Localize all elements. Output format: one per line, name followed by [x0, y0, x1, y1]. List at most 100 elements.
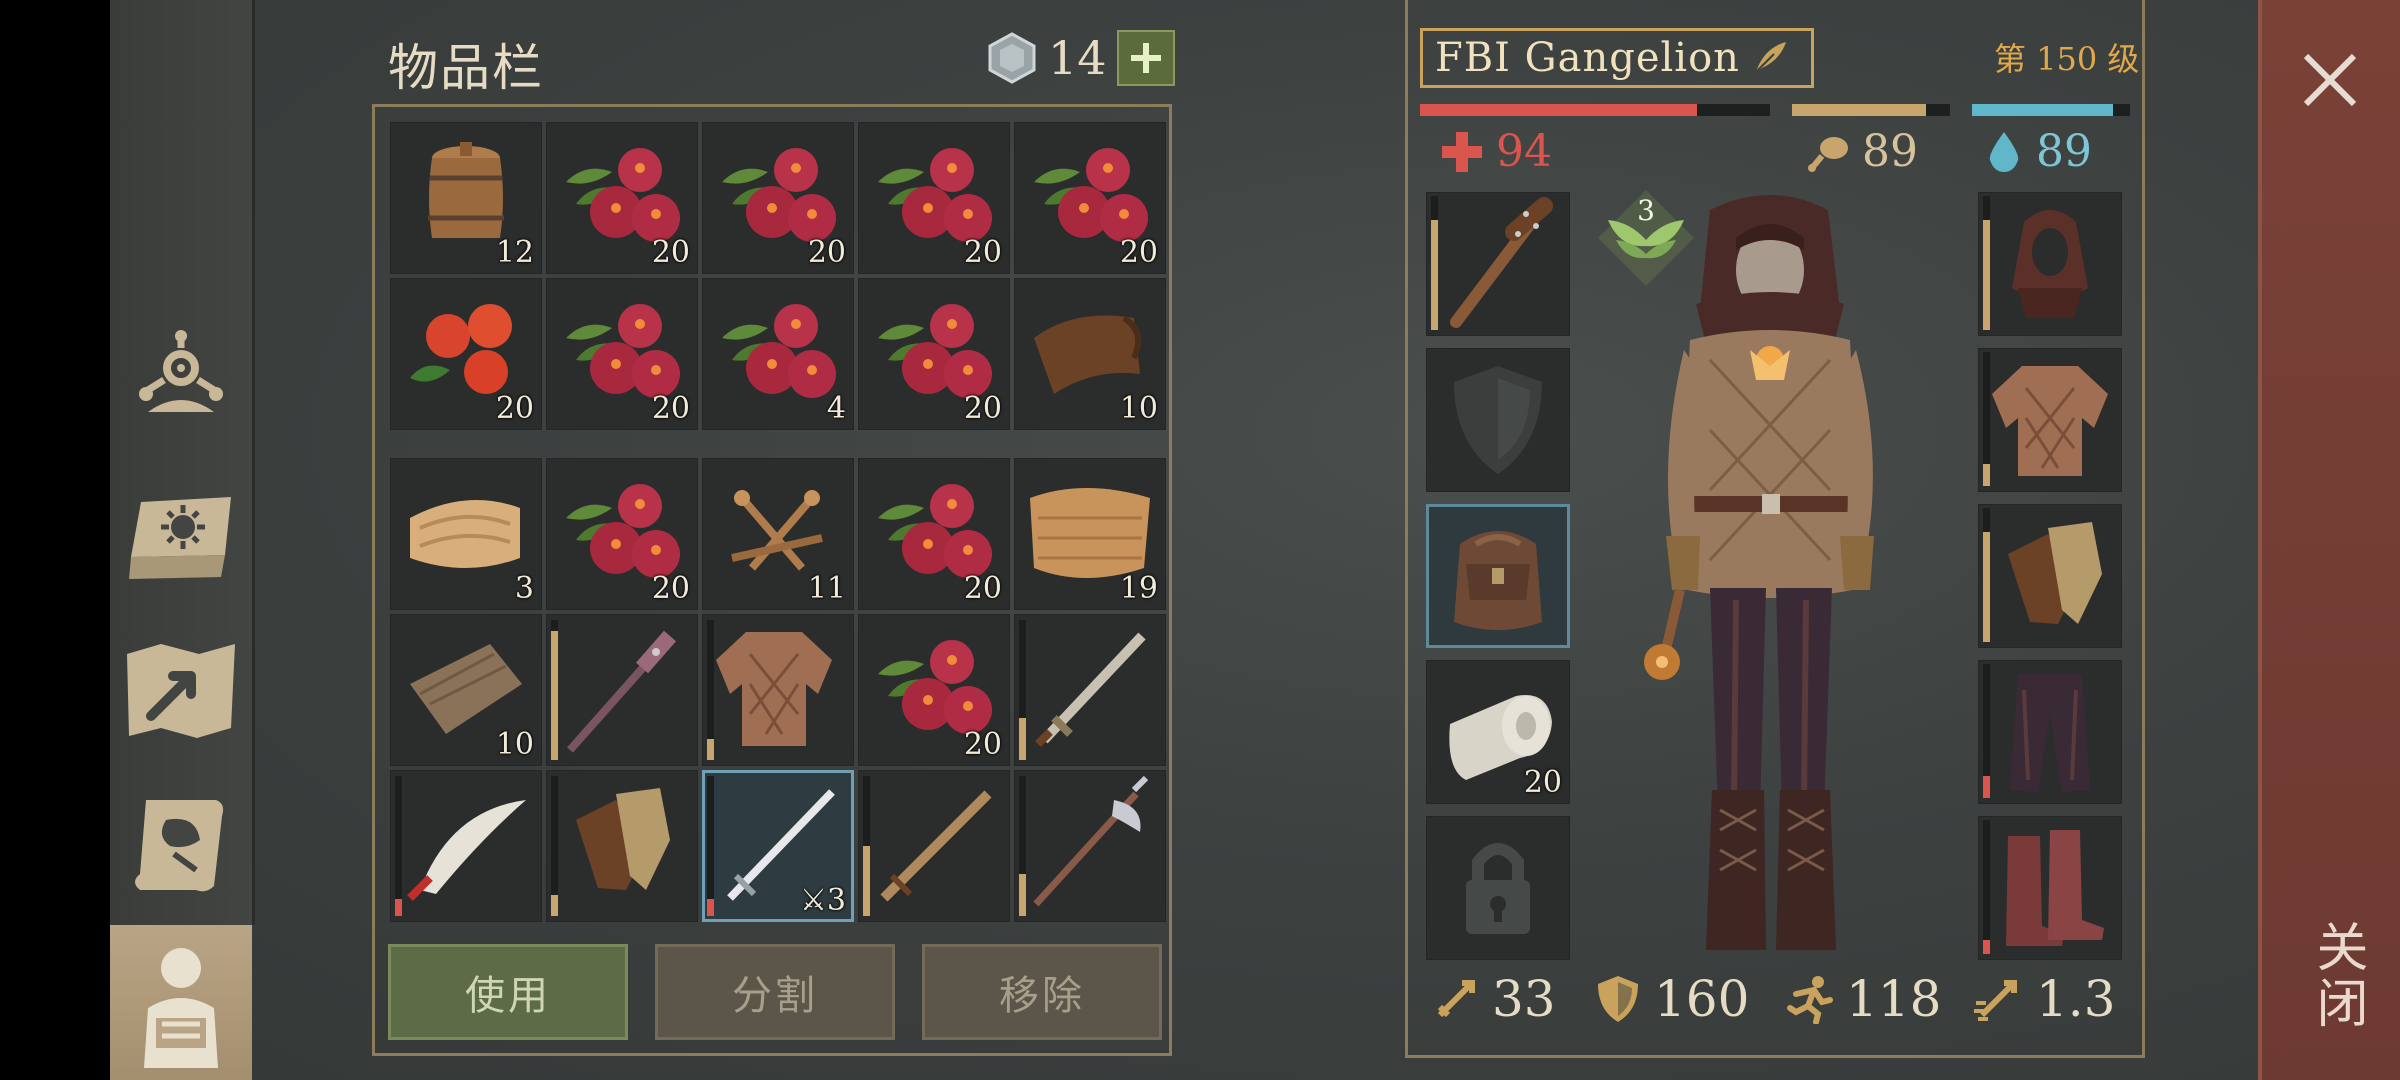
inventory-slot[interactable]: 20: [858, 458, 1010, 610]
bandage-slot[interactable]: 20: [1426, 660, 1570, 804]
inventory-slot[interactable]: [858, 770, 1010, 922]
clan-icon[interactable]: [118, 320, 244, 446]
hands-slot[interactable]: [1978, 504, 2122, 648]
character-tab-icon[interactable]: [110, 925, 252, 1080]
weapon-slot[interactable]: [1426, 192, 1570, 336]
spiked-mace-icon: [567, 630, 677, 753]
inventory-slot[interactable]: 12: [390, 122, 542, 274]
shield-slot[interactable]: [1426, 348, 1570, 492]
item-quantity: 10: [495, 727, 534, 762]
skills-book-icon[interactable]: [118, 474, 244, 600]
health-stat: 94: [1440, 126, 1552, 177]
inventory-slot[interactable]: 4: [702, 278, 854, 430]
character-model: [1644, 195, 1874, 950]
item-quantity: 20: [651, 391, 690, 426]
leather-gloves-icon: [2008, 522, 2102, 624]
water-drop-icon: [1989, 131, 2019, 172]
inventory-title: 物品栏: [388, 39, 544, 97]
legs-slot[interactable]: [1978, 660, 2122, 804]
add-coins-button[interactable]: [1116, 30, 1175, 86]
inventory-slot[interactable]: 20: [858, 122, 1010, 274]
inventory-slot[interactable]: [546, 770, 698, 922]
quilted-jacket-icon: [1992, 366, 2108, 476]
body-slot[interactable]: [1978, 348, 2122, 492]
speed-value: 118: [1846, 970, 1942, 1028]
armor-value: 160: [1654, 970, 1750, 1028]
inventory-slot[interactable]: [390, 770, 542, 922]
armor-stat: 160: [1594, 970, 1749, 1028]
inventory-slot[interactable]: 20: [702, 122, 854, 274]
item-quantity: 10: [1119, 391, 1158, 426]
short-sword-icon: [1035, 632, 1146, 747]
halberd-icon: [1033, 775, 1149, 907]
inventory-slot[interactable]: 20: [1014, 122, 1166, 274]
close-icon[interactable]: [2290, 40, 2370, 120]
inventory-slot[interactable]: [1014, 770, 1166, 922]
item-quantity: 20: [963, 235, 1002, 270]
edit-quill-icon[interactable]: [1750, 38, 1790, 78]
water-value: 89: [2036, 126, 2092, 177]
leather-gloves-icon: [576, 788, 670, 890]
item-quantity: 11: [807, 571, 846, 606]
inventory-slot[interactable]: 19: [1014, 458, 1166, 610]
inventory-slot[interactable]: 10: [390, 614, 542, 766]
split-button[interactable]: 分割: [655, 944, 895, 1040]
inventory-slot[interactable]: 20: [390, 278, 542, 430]
food-value: 89: [1862, 126, 1918, 177]
plus-icon: [1130, 43, 1161, 73]
item-quantity: 20: [651, 571, 690, 606]
inventory-slot[interactable]: [1014, 614, 1166, 766]
water-stat: 89: [1984, 126, 2092, 177]
food-bar: [1792, 104, 1950, 116]
inventory-slot[interactable]: 20: [858, 614, 1010, 766]
inventory-slot[interactable]: [546, 614, 698, 766]
food-stat: 89: [1806, 126, 1918, 177]
item-quantity: 20: [651, 235, 690, 270]
player-level: 第 150 级: [1994, 40, 2140, 78]
inventory-slot[interactable]: 10: [1014, 278, 1166, 430]
inventory-slot[interactable]: 20: [546, 122, 698, 274]
item-quantity: 19: [1119, 571, 1158, 606]
running-icon: [1787, 976, 1833, 1024]
coin-icon: [988, 32, 1036, 84]
wooden-sword-icon: [880, 790, 992, 902]
lock-icon: [1466, 843, 1530, 934]
head-slot[interactable]: [1978, 192, 2122, 336]
backpack-icon: [1454, 531, 1542, 630]
player-name-box: FBI Gangelion: [1420, 28, 1814, 88]
backpack-qty: 20: [1523, 765, 1562, 800]
item-quantity: 20: [963, 571, 1002, 606]
damage-value: 33: [1492, 970, 1556, 1028]
close-panel[interactable]: [2258, 0, 2400, 1080]
health-cross-icon: [1442, 131, 1482, 172]
shield-icon: [1598, 976, 1638, 1022]
inventory-slot[interactable]: 11: [702, 458, 854, 610]
feet-slot[interactable]: [1978, 816, 2122, 960]
item-quantity: 20: [963, 727, 1002, 762]
item-quantity: 20: [807, 235, 846, 270]
item-quantity: 20: [1119, 235, 1158, 270]
attack-speed-stat: 1.3: [1972, 970, 2116, 1028]
boots-icon: [2006, 830, 2104, 946]
inventory-slot[interactable]: [702, 614, 854, 766]
item-quantity: 3: [514, 571, 534, 606]
quest-scroll-icon[interactable]: [118, 782, 244, 908]
item-quantity: 12: [495, 235, 534, 270]
quilted-vest-icon: [716, 632, 832, 746]
remove-button[interactable]: 移除: [922, 944, 1162, 1040]
hood-icon: [2012, 210, 2088, 318]
locked-slot: [1426, 816, 1570, 960]
close-label[interactable]: 关闭: [2300, 920, 2375, 1032]
use-button[interactable]: 使用: [388, 944, 628, 1040]
spiked-club-icon: [1450, 197, 1553, 328]
map-icon[interactable]: [118, 628, 244, 754]
inventory-slot[interactable]: 20: [546, 458, 698, 610]
inventory-slot[interactable]: 20: [546, 278, 698, 430]
inventory-slot[interactable]: 3: [390, 458, 542, 610]
inventory-slot[interactable]: ⚔3: [702, 770, 854, 922]
item-quantity: 20: [963, 391, 1002, 426]
inventory-slot[interactable]: 20: [858, 278, 1010, 430]
backpack-slot[interactable]: [1426, 504, 1570, 648]
trousers-icon: [2010, 674, 2090, 792]
shield-slot-icon: [1454, 366, 1542, 474]
